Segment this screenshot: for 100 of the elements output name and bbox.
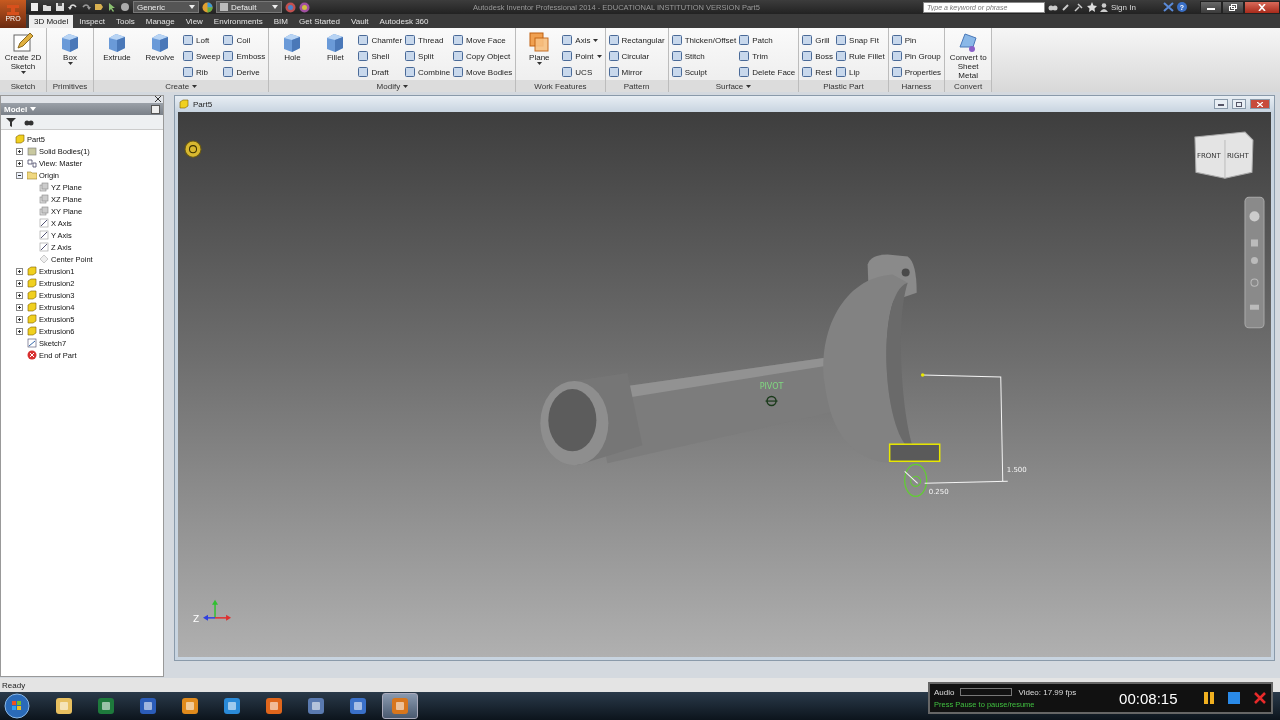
ribbon-tab[interactable]: View	[180, 15, 208, 28]
stop-icon[interactable]	[1227, 691, 1241, 705]
panel-label[interactable]: Work Features	[516, 80, 605, 92]
ribbon-button[interactable]: Convert to Sheet Metal	[948, 30, 989, 80]
ribbon-button[interactable]: Properties	[891, 65, 942, 79]
expander-icon[interactable]	[16, 279, 23, 287]
filter-icon[interactable]	[6, 117, 16, 127]
sketch-profile[interactable]	[888, 443, 941, 463]
expander-icon[interactable]	[16, 327, 23, 335]
ribbon-button[interactable]: Axis	[562, 33, 602, 47]
expander-icon[interactable]	[16, 159, 23, 167]
ribbon-button[interactable]: Fillet	[315, 30, 356, 80]
ribbon-button[interactable]: UCS	[562, 65, 602, 79]
save-icon[interactable]	[55, 2, 65, 12]
ribbon-button[interactable]: Rectangular	[608, 33, 665, 47]
ribbon-button[interactable]: Rest	[802, 65, 834, 79]
start-button[interactable]	[4, 693, 30, 719]
ribbon-button[interactable]: Trim	[739, 49, 796, 63]
pause-icon[interactable]	[1203, 691, 1215, 705]
undo-icon[interactable]	[68, 2, 78, 12]
ribbon-button[interactable]: Plane	[519, 30, 560, 80]
ribbon-tab[interactable]: Get Started	[294, 15, 345, 28]
ribbon-button[interactable]: Boss	[802, 49, 834, 63]
ribbon-button[interactable]: Move Face	[453, 33, 513, 47]
expander-icon[interactable]	[16, 171, 23, 179]
panel-label[interactable]: Convert	[945, 80, 992, 92]
appearance-dropdown[interactable]: Default	[216, 1, 282, 13]
panel-label[interactable]: Plastic Part	[799, 80, 888, 92]
panel-label[interactable]: Sketch	[0, 80, 46, 92]
ribbon-button[interactable]: Combine	[405, 65, 451, 79]
ribbon-button[interactable]: Hole	[272, 30, 313, 80]
ribbon-button[interactable]: Rule Fillet	[836, 49, 885, 63]
square-icon	[802, 67, 813, 77]
view-cube[interactable]	[1194, 131, 1254, 179]
minimize-button[interactable]	[1200, 0, 1222, 14]
expander-icon[interactable]	[16, 315, 23, 323]
ribbon-button[interactable]: Point	[562, 49, 602, 63]
ribbon-button[interactable]: Thicken/Offset	[671, 33, 737, 47]
restore-button[interactable]	[1222, 0, 1244, 14]
panel-label[interactable]: Create	[94, 80, 269, 92]
ribbon-button[interactable]: Emboss	[223, 49, 266, 63]
panel-label[interactable]: Modify	[269, 80, 516, 92]
redo-icon[interactable]	[81, 2, 91, 12]
ribbon-button[interactable]: Grill	[802, 33, 834, 47]
ribbon-button[interactable]: Move Bodies	[453, 65, 513, 79]
ribbon-button[interactable]: Derive	[223, 65, 266, 79]
ribbon-button[interactable]: Patch	[739, 33, 796, 47]
ribbon-button[interactable]: Mirror	[608, 65, 665, 79]
ribbon-button[interactable]: Sculpt	[671, 65, 737, 79]
ribbon-button[interactable]: Split	[405, 49, 451, 63]
caret-icon	[20, 71, 26, 74]
ribbon-button[interactable]: Loft	[183, 33, 221, 47]
ribbon-button[interactable]: Snap Fit	[836, 33, 885, 47]
ribbon-button[interactable]: Thread	[405, 33, 451, 47]
ribbon-button[interactable]: Stitch	[671, 49, 737, 63]
ribbon-button[interactable]: Pin	[891, 33, 942, 47]
expander-icon[interactable]	[16, 147, 23, 155]
ribbon-button[interactable]: Shell	[358, 49, 403, 63]
ribbon-button[interactable]: Rib	[183, 65, 221, 79]
ribbon-tab[interactable]: Autodesk 360	[374, 15, 434, 28]
ribbon-button[interactable]: Chamfer	[358, 33, 403, 47]
work-point-icon[interactable]	[764, 395, 779, 407]
expander-icon[interactable]	[16, 291, 23, 299]
ribbon-tab[interactable]: Tools	[111, 15, 140, 28]
panel-label[interactable]: Primitives	[47, 80, 93, 92]
ribbon-button[interactable]: Draft	[358, 65, 403, 79]
open-icon[interactable]	[42, 2, 52, 12]
panel-label[interactable]: Pattern	[605, 80, 668, 92]
close-icon[interactable]	[155, 96, 161, 102]
ribbon-tab[interactable]: Environments	[208, 15, 268, 28]
close-icon[interactable]	[1253, 691, 1267, 705]
ribbon-button[interactable]: Extrude	[97, 30, 137, 80]
close-button[interactable]	[1244, 0, 1280, 14]
ribbon-tab[interactable]: 3D Model	[29, 15, 74, 28]
ribbon-button[interactable]: Circular	[608, 49, 665, 63]
expander-icon[interactable]	[16, 267, 23, 275]
expander-icon[interactable]	[16, 303, 23, 311]
ribbon-tab[interactable]: Manage	[140, 15, 180, 28]
star-icon[interactable]	[1087, 2, 1097, 12]
panel-label[interactable]: Surface	[668, 80, 799, 92]
color-wheel-icon[interactable]	[202, 1, 213, 13]
minimize-button[interactable]	[1214, 99, 1228, 109]
select-icon[interactable]	[107, 2, 117, 12]
new-file-icon[interactable]	[29, 2, 39, 12]
ribbon-button[interactable]: Box	[50, 30, 90, 80]
ribbon-button[interactable]: Create 2D Sketch	[3, 30, 43, 80]
ribbon-button[interactable]: Copy Object	[453, 49, 513, 63]
ribbon-tab[interactable]: Vault	[345, 15, 374, 28]
material-dropdown[interactable]: Generic	[133, 1, 199, 13]
ribbon-button[interactable]: Revolve	[140, 30, 180, 80]
ribbon-button[interactable]: Coil	[223, 33, 266, 47]
ribbon-button[interactable]: Lip	[836, 65, 885, 79]
ribbon-button[interactable]: Sweep	[183, 49, 221, 63]
panel-label[interactable]: Harness	[888, 80, 945, 92]
ribbon-button[interactable]: Delete Face	[739, 65, 796, 79]
ribbon-tab[interactable]: Inspect	[74, 15, 111, 28]
ribbon-button[interactable]: Pin Group	[891, 49, 942, 63]
restore-button[interactable]	[1232, 99, 1246, 109]
ribbon-tab[interactable]: BIM	[268, 15, 293, 28]
sign-in-button[interactable]: Sign In	[1100, 2, 1160, 12]
